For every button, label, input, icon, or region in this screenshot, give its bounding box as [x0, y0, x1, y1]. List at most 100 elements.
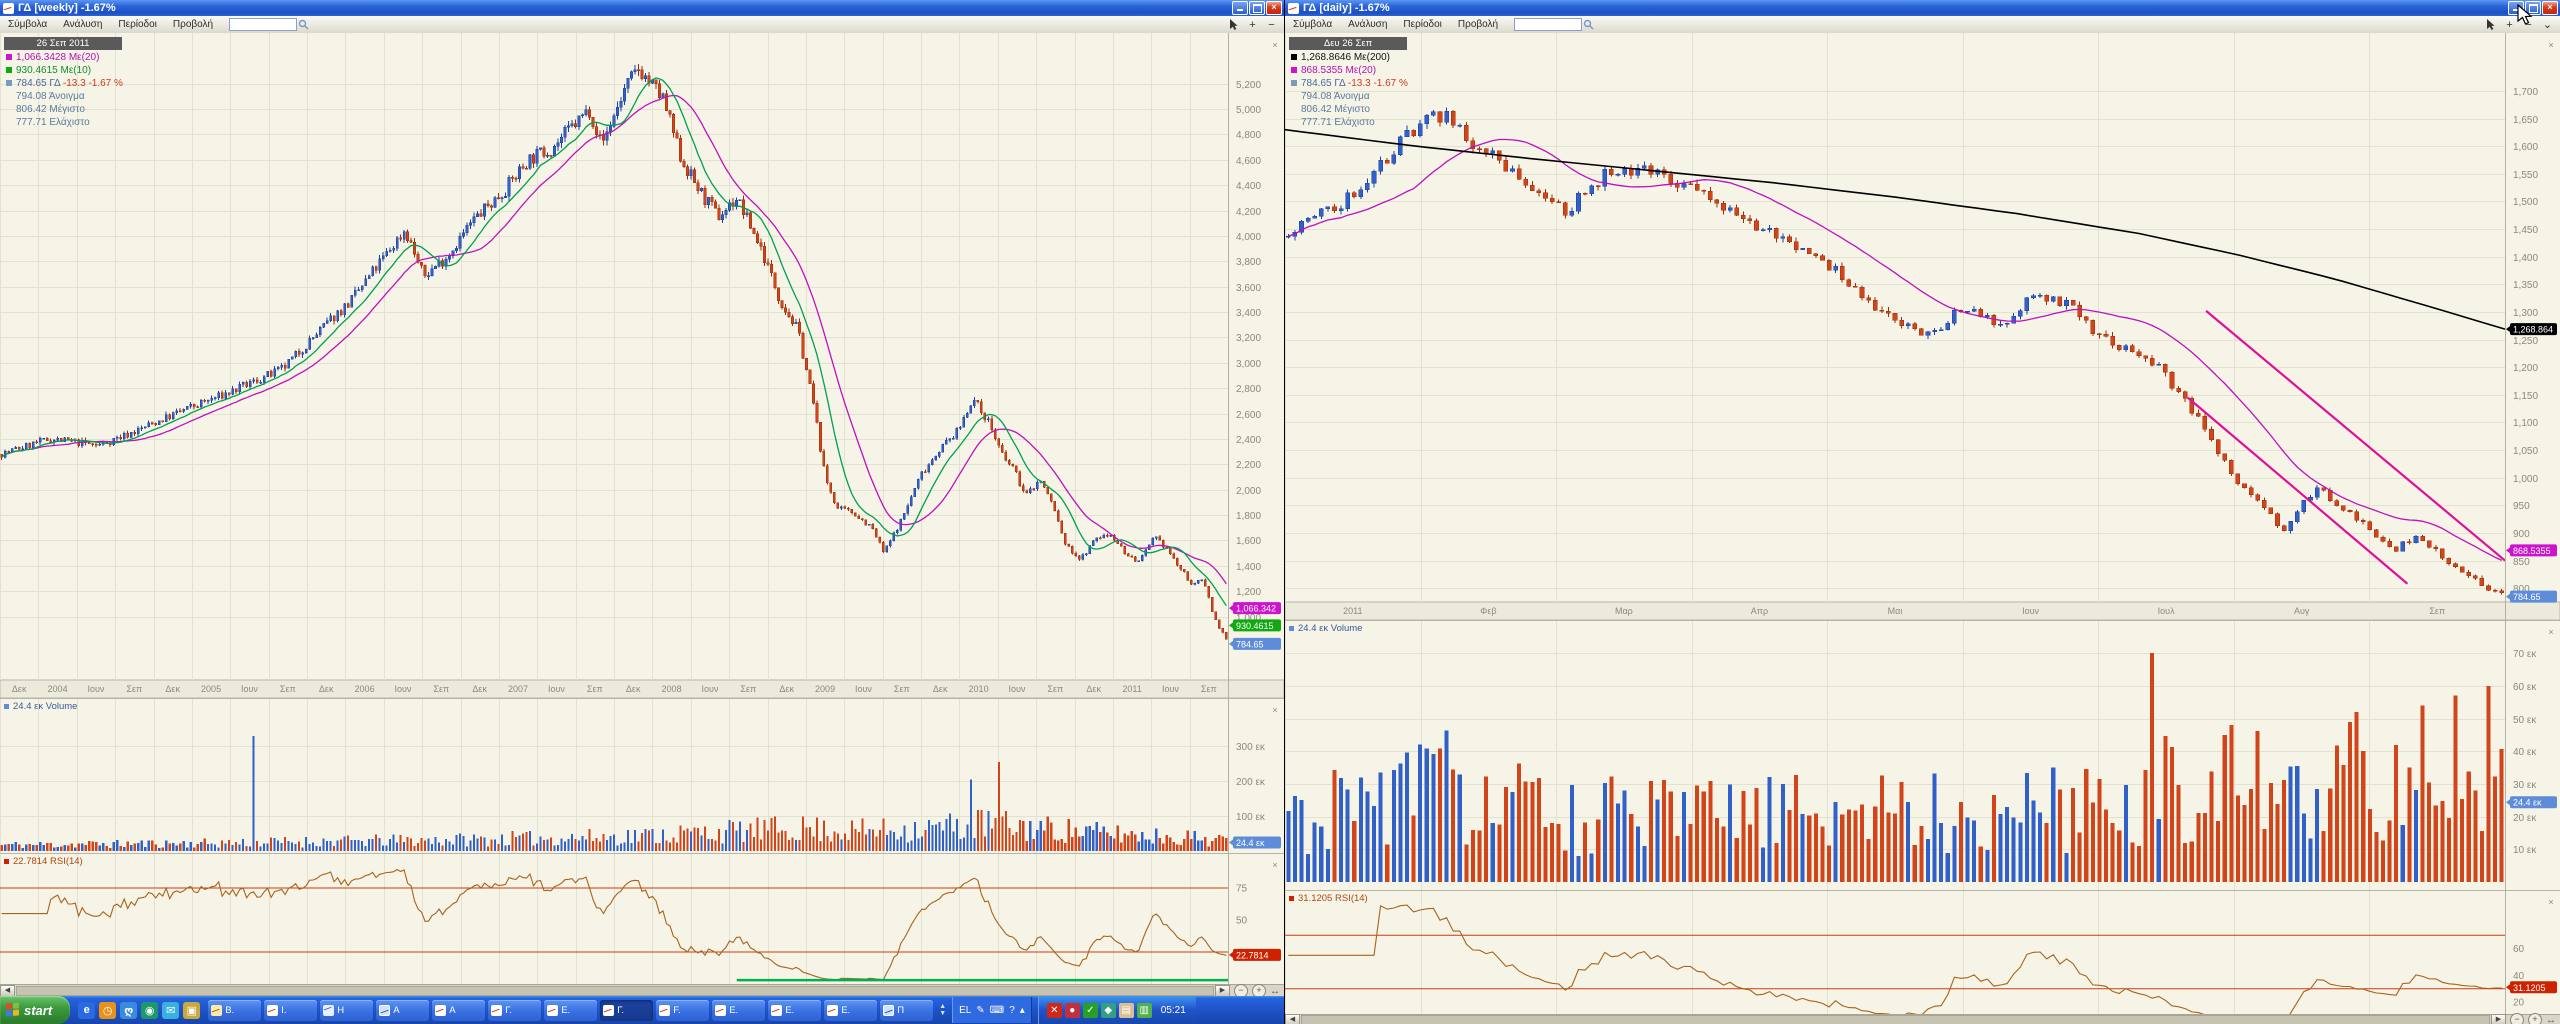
chart-icon [603, 1005, 614, 1016]
task-button-5[interactable]: Γ. [488, 1000, 541, 1021]
alert-icon[interactable]: ✕ [1047, 1003, 1062, 1018]
search-icon[interactable] [1582, 18, 1595, 31]
svg-text:Δεκ: Δεκ [472, 684, 487, 694]
zoom-out-icon[interactable]: − [1234, 984, 1248, 996]
plus-icon[interactable]: + [2503, 18, 2516, 31]
check-icon[interactable]: ✓ [1083, 1003, 1098, 1018]
update-icon[interactable]: ◆ [1101, 1003, 1116, 1018]
task-button-8[interactable]: F. [656, 1000, 709, 1021]
task-button-1[interactable]: I. [264, 1000, 317, 1021]
chart-canvas[interactable]: 5,2005,0004,8004,6004,4004,2004,0003,800… [0, 33, 1284, 996]
maximize-button[interactable] [1249, 1, 1265, 15]
task-button-10[interactable]: E. [768, 1000, 821, 1021]
window-icon [323, 1005, 334, 1016]
scroll-right-icon[interactable]: ▶ [1215, 985, 1230, 996]
task-button-2[interactable]: H [320, 1000, 373, 1021]
fit-width-icon[interactable]: ↔ [1270, 986, 1280, 997]
svg-text:1,400: 1,400 [2513, 253, 2538, 264]
svg-text:2,400: 2,400 [1236, 435, 1261, 446]
language-indicator[interactable]: EL [959, 1005, 971, 1016]
ie-icon[interactable]: e [78, 1002, 95, 1019]
messenger-icon[interactable]: ღ [120, 1002, 137, 1019]
svg-text:30 εκ: 30 εκ [2513, 780, 2537, 791]
window-title: ΓΔ [weekly] -1.67% [18, 2, 116, 14]
symbol-search-input[interactable] [1514, 18, 1582, 31]
task-button-9[interactable]: E. [712, 1000, 765, 1021]
close-button[interactable]: × [1266, 1, 1282, 15]
scroll-left-icon[interactable]: ◀ [1285, 1014, 1300, 1024]
title-bar[interactable]: ΓΔ [daily] -1.67%× [1285, 0, 2560, 16]
chart-canvas[interactable]: 1,7001,6501,6001,5501,5001,4501,4001,350… [1285, 33, 2560, 1024]
svg-text:Μαρ: Μαρ [1615, 606, 1633, 616]
pointer-icon[interactable] [2484, 18, 2497, 31]
taskbar: starte◷ღ◉✉▣B.I.HAAΓ.E.Γ.F.E.E.E.Π▲▼EL✎⌨?… [0, 996, 1284, 1024]
menu-item-3[interactable]: Προβολή [1450, 18, 1506, 31]
scroll-right-icon[interactable]: ▶ [2491, 1014, 2506, 1024]
volume-pane-close-icon[interactable]: × [2546, 628, 2556, 638]
task-button-4[interactable]: A [432, 1000, 485, 1021]
menu-item-2[interactable]: Περίοδοι [1395, 18, 1450, 31]
task-button-12[interactable]: Π [880, 1000, 933, 1021]
menu-item-0[interactable]: Σύμβολα [0, 18, 55, 31]
price-pane-close-icon[interactable]: × [2546, 41, 2556, 51]
task-buttons: B.I.HAAΓ.E.Γ.F.E.E.E.Π [208, 1000, 933, 1021]
keyboard-icon[interactable]: ⌨ [990, 1005, 1004, 1016]
symbol-search-input[interactable] [229, 18, 297, 31]
chart-scrollbar[interactable]: ◀ ▶−+ ↔ [0, 984, 1284, 996]
app-icon [1288, 3, 1299, 14]
rsi-pane-close-icon[interactable]: × [2546, 898, 2556, 908]
svg-text:2006: 2006 [355, 684, 375, 694]
fit-width-icon[interactable]: ↔ [2546, 1015, 2556, 1024]
network-icon[interactable]: ▥ [1137, 1003, 1152, 1018]
svg-text:Ιουν: Ιουν [1162, 684, 1179, 694]
chart-scrollbar[interactable]: ◀ ▶−+ ↔ [1285, 1014, 2560, 1024]
earth-icon[interactable]: ◉ [141, 1002, 158, 1019]
search-icon[interactable] [297, 18, 310, 31]
folder-icon[interactable]: ▣ [183, 1002, 200, 1019]
title-bar[interactable]: ΓΔ [weekly] -1.67% × [0, 0, 1284, 16]
task-button-11[interactable]: E. [824, 1000, 877, 1021]
language-bar[interactable]: EL ✎ ⌨? ▴ [952, 997, 1032, 1023]
scroll-left-icon[interactable]: ◀ [0, 985, 15, 996]
plus-icon[interactable]: + [1246, 18, 1259, 31]
svg-text:2007: 2007 [508, 684, 528, 694]
menu-item-1[interactable]: Ανάλυση [1340, 18, 1395, 31]
mail-icon[interactable]: ✉ [162, 1002, 179, 1019]
stop-icon[interactable]: ● [1065, 1003, 1080, 1018]
volume-pane-close-icon[interactable]: × [1270, 706, 1280, 716]
legend-date: Δευ 26 Σεπ [1289, 37, 1407, 50]
daily-chart-window: ΓΔ [daily] -1.67%× ΣύμβολαΑνάλυσηΠερίοδοι… [1285, 0, 2560, 1024]
scroll-track[interactable] [16, 986, 1214, 996]
chevron-up-icon[interactable]: ▴ [1020, 1005, 1025, 1016]
svg-text:Ιουν: Ιουν [701, 684, 718, 694]
menu-item-0[interactable]: Σύμβολα [1285, 18, 1340, 31]
close-button[interactable]: × [2542, 1, 2558, 15]
scroll-track[interactable] [1301, 1015, 2490, 1024]
svg-text:31.1205: 31.1205 [2513, 983, 2546, 993]
task-button-3[interactable]: A [376, 1000, 429, 1021]
menu-item-3[interactable]: Προβολή [165, 18, 221, 31]
doc-icon[interactable]: ▤ [1119, 1003, 1134, 1018]
zoom-in-icon[interactable]: + [2528, 1013, 2542, 1024]
pointer-icon[interactable] [1227, 18, 1240, 31]
help-icon[interactable]: ? [1009, 1005, 1015, 1016]
task-button-0[interactable]: B. [208, 1000, 261, 1021]
price-pane-close-icon[interactable]: × [1270, 41, 1280, 51]
svg-text:2,000: 2,000 [1236, 486, 1261, 497]
pen-icon[interactable]: ✎ [976, 1005, 984, 1016]
chevron-down-icon[interactable]: ⌄ [2541, 18, 2554, 31]
start-button[interactable]: start [0, 996, 70, 1024]
minimize-button[interactable] [1232, 1, 1248, 15]
task-button-6[interactable]: E. [544, 1000, 597, 1021]
zoom-out-icon[interactable]: − [2510, 1013, 2524, 1024]
zoom-in-icon[interactable]: + [1252, 984, 1266, 996]
svg-text:950: 950 [2513, 501, 2530, 512]
menu-item-2[interactable]: Περίοδοι [110, 18, 165, 31]
clock-icon[interactable]: ◷ [99, 1002, 116, 1019]
svg-text:10 εκ: 10 εκ [2513, 845, 2537, 856]
taskbar-page-control[interactable]: ▲▼ [939, 1003, 946, 1017]
minus-icon[interactable]: − [1265, 18, 1278, 31]
task-button-7[interactable]: Γ. [600, 1000, 653, 1021]
menu-item-1[interactable]: Ανάλυση [55, 18, 110, 31]
rsi-pane-close-icon[interactable]: × [1270, 861, 1280, 871]
